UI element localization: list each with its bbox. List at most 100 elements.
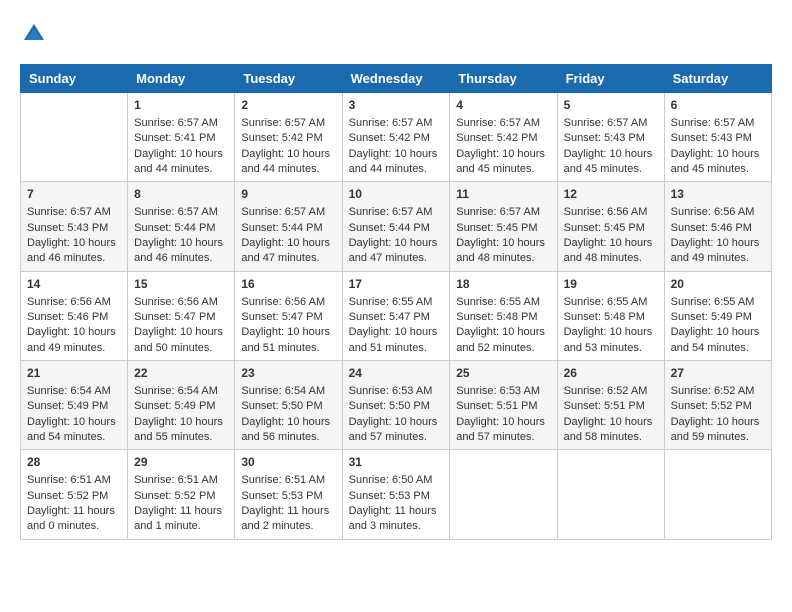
daylight-text: Daylight: 10 hours and 57 minutes. [456, 416, 545, 443]
calendar-cell: 22Sunrise: 6:54 AMSunset: 5:49 PMDayligh… [128, 361, 235, 450]
sunrise-text: Sunrise: 6:54 AM [241, 385, 325, 397]
sunrise-text: Sunrise: 6:57 AM [456, 206, 540, 218]
sunrise-text: Sunrise: 6:51 AM [134, 474, 218, 486]
day-number: 6 [671, 97, 765, 114]
day-number: 5 [564, 97, 658, 114]
daylight-text: Daylight: 10 hours and 51 minutes. [241, 326, 330, 353]
logo [20, 20, 52, 48]
logo-icon [20, 20, 48, 48]
weekday-header-tuesday: Tuesday [235, 65, 342, 93]
day-number: 30 [241, 454, 335, 471]
day-number: 10 [349, 186, 444, 203]
week-row-5: 28Sunrise: 6:51 AMSunset: 5:52 PMDayligh… [21, 450, 772, 539]
day-number: 4 [456, 97, 550, 114]
weekday-header-sunday: Sunday [21, 65, 128, 93]
sunset-text: Sunset: 5:53 PM [349, 490, 430, 502]
day-number: 29 [134, 454, 228, 471]
sunrise-text: Sunrise: 6:55 AM [456, 296, 540, 308]
daylight-text: Daylight: 10 hours and 54 minutes. [671, 326, 760, 353]
sunrise-text: Sunrise: 6:53 AM [349, 385, 433, 397]
sunrise-text: Sunrise: 6:57 AM [564, 117, 648, 129]
calendar-cell: 15Sunrise: 6:56 AMSunset: 5:47 PMDayligh… [128, 271, 235, 360]
calendar-cell: 7Sunrise: 6:57 AMSunset: 5:43 PMDaylight… [21, 182, 128, 271]
day-number: 27 [671, 365, 765, 382]
day-number: 31 [349, 454, 444, 471]
calendar-cell: 30Sunrise: 6:51 AMSunset: 5:53 PMDayligh… [235, 450, 342, 539]
calendar-cell: 13Sunrise: 6:56 AMSunset: 5:46 PMDayligh… [664, 182, 771, 271]
week-row-4: 21 Sunrise: 6:54 AM Sunset: 5:49 PM Dayligh… [21, 361, 772, 450]
sunset-text: Sunset: 5:49 PM [27, 400, 108, 412]
sunset-text: Sunset: 5:48 PM [564, 311, 645, 323]
sunrise-text: Sunrise: 6:57 AM [349, 117, 433, 129]
daylight-text: Daylight: 10 hours and 49 minutes. [27, 326, 116, 353]
sunset-text: Sunset: 5:44 PM [134, 222, 215, 234]
calendar-cell [21, 93, 128, 182]
daylight-text: Daylight: 10 hours and 48 minutes. [456, 237, 545, 264]
week-row-1: 1Sunrise: 6:57 AMSunset: 5:41 PMDaylight… [21, 93, 772, 182]
sunset-text: Sunset: 5:45 PM [456, 222, 537, 234]
sunset-text: Sunset: 5:48 PM [456, 311, 537, 323]
calendar-cell: 20Sunrise: 6:55 AMSunset: 5:49 PMDayligh… [664, 271, 771, 360]
sunrise-text: Sunrise: 6:56 AM [241, 296, 325, 308]
sunset-text: Sunset: 5:43 PM [671, 132, 752, 144]
day-number: 12 [564, 186, 658, 203]
day-number: 24 [349, 365, 444, 382]
calendar-cell: 28Sunrise: 6:51 AMSunset: 5:52 PMDayligh… [21, 450, 128, 539]
page-header [20, 20, 772, 48]
sunrise-text: Sunrise: 6:56 AM [564, 206, 648, 218]
sunset-text: Sunset: 5:52 PM [671, 400, 752, 412]
sunset-text: Sunset: 5:53 PM [241, 490, 322, 502]
sunset-text: Sunset: 5:49 PM [671, 311, 752, 323]
daylight-text: Daylight: 10 hours and 44 minutes. [134, 148, 223, 175]
daylight-text: Daylight: 10 hours and 55 minutes. [134, 416, 223, 443]
daylight-text: Daylight: 10 hours and 46 minutes. [27, 237, 116, 264]
calendar-cell [664, 450, 771, 539]
sunset-text: Sunset: 5:47 PM [349, 311, 430, 323]
day-number: 21 [27, 365, 121, 382]
calendar-cell: 9Sunrise: 6:57 AMSunset: 5:44 PMDaylight… [235, 182, 342, 271]
calendar-cell: 18Sunrise: 6:55 AMSunset: 5:48 PMDayligh… [450, 271, 557, 360]
weekday-header-row: SundayMondayTuesdayWednesdayThursdayFrid… [21, 65, 772, 93]
sunrise-text: Sunrise: 6:56 AM [134, 296, 218, 308]
daylight-text: Daylight: 10 hours and 44 minutes. [349, 148, 438, 175]
daylight-text: Daylight: 10 hours and 49 minutes. [671, 237, 760, 264]
daylight-text: Daylight: 10 hours and 48 minutes. [564, 237, 653, 264]
day-number: 15 [134, 276, 228, 293]
calendar-cell: 16Sunrise: 6:56 AMSunset: 5:47 PMDayligh… [235, 271, 342, 360]
sunset-text: Sunset: 5:42 PM [349, 132, 430, 144]
daylight-text: Daylight: 10 hours and 50 minutes. [134, 326, 223, 353]
daylight-text: Daylight: 10 hours and 44 minutes. [241, 148, 330, 175]
calendar-cell: 21Sunrise: 6:54 AMSunset: 5:49 PMDayligh… [21, 361, 128, 450]
sunrise-text: Sunrise: 6:57 AM [241, 117, 325, 129]
day-number: 22 [134, 365, 228, 382]
calendar-cell: 8Sunrise: 6:57 AMSunset: 5:44 PMDaylight… [128, 182, 235, 271]
calendar-cell: 10Sunrise: 6:57 AMSunset: 5:44 PMDayligh… [342, 182, 450, 271]
sunrise-text: Sunrise: 6:57 AM [134, 206, 218, 218]
calendar-cell: 24Sunrise: 6:53 AMSunset: 5:50 PMDayligh… [342, 361, 450, 450]
sunset-text: Sunset: 5:44 PM [241, 222, 322, 234]
sunrise-text: Sunrise: 6:50 AM [349, 474, 433, 486]
calendar-cell: 27Sunrise: 6:52 AMSunset: 5:52 PMDayligh… [664, 361, 771, 450]
day-number: 1 [134, 97, 228, 114]
daylight-text: Daylight: 10 hours and 57 minutes. [349, 416, 438, 443]
daylight-text: Daylight: 10 hours and 58 minutes. [564, 416, 653, 443]
day-number: 20 [671, 276, 765, 293]
daylight-text: Daylight: 10 hours and 45 minutes. [671, 148, 760, 175]
week-row-2: 7Sunrise: 6:57 AMSunset: 5:43 PMDaylight… [21, 182, 772, 271]
calendar-cell: 25Sunrise: 6:53 AMSunset: 5:51 PMDayligh… [450, 361, 557, 450]
sunrise-text: Sunrise: 6:56 AM [27, 296, 111, 308]
calendar-table: SundayMondayTuesdayWednesdayThursdayFrid… [20, 64, 772, 540]
sunrise-text: Sunrise: 6:52 AM [564, 385, 648, 397]
sunrise-text: Sunrise: 6:54 AM [27, 385, 111, 397]
sunrise-text: Sunrise: 6:53 AM [456, 385, 540, 397]
day-number: 28 [27, 454, 121, 471]
sunset-text: Sunset: 5:45 PM [564, 222, 645, 234]
day-number: 2 [241, 97, 335, 114]
sunset-text: Sunset: 5:49 PM [134, 400, 215, 412]
daylight-text: Daylight: 10 hours and 45 minutes. [564, 148, 653, 175]
daylight-text: Daylight: 11 hours and 2 minutes. [241, 505, 329, 532]
calendar-cell: 14Sunrise: 6:56 AMSunset: 5:46 PMDayligh… [21, 271, 128, 360]
calendar-cell: 2Sunrise: 6:57 AMSunset: 5:42 PMDaylight… [235, 93, 342, 182]
sunrise-text: Sunrise: 6:55 AM [564, 296, 648, 308]
daylight-text: Daylight: 10 hours and 46 minutes. [134, 237, 223, 264]
